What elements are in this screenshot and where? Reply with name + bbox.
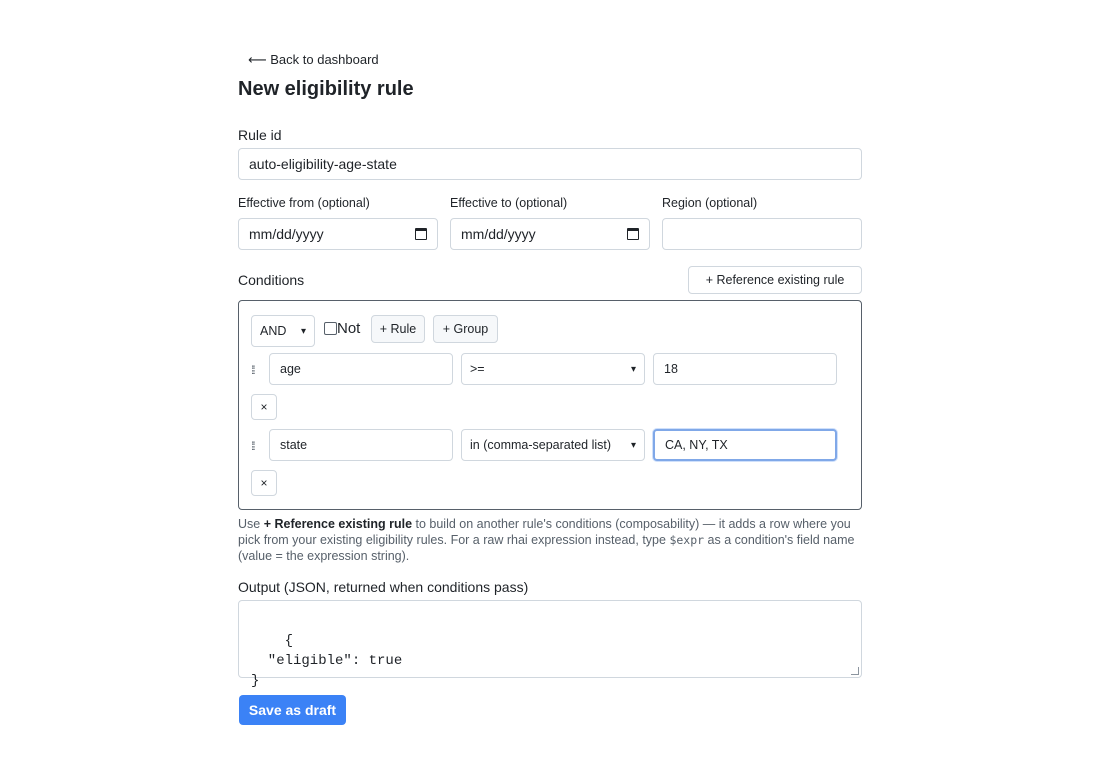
calendar-icon[interactable] xyxy=(415,228,427,240)
not-checkbox[interactable] xyxy=(324,322,337,335)
output-label: Output (JSON, returned when conditions p… xyxy=(238,579,529,595)
effective-from-label: Effective from (optional) xyxy=(238,196,370,210)
calendar-icon[interactable] xyxy=(627,228,639,240)
reference-existing-rule-button[interactable]: + Reference existing rule xyxy=(688,266,862,294)
resize-handle-icon[interactable] xyxy=(851,667,859,675)
condition-operator-value: in (comma-separated list) xyxy=(470,438,612,452)
add-rule-button[interactable]: + Rule xyxy=(371,315,425,343)
chevron-down-icon: ▾ xyxy=(630,363,636,375)
region-label: Region (optional) xyxy=(662,196,758,210)
help-text-bold: + Reference existing rule xyxy=(263,517,413,531)
help-text-pre: Use xyxy=(238,517,264,531)
condition-operator-select[interactable]: >= ▾ xyxy=(461,353,645,385)
drag-handle-icon[interactable]: ⁞⁞ xyxy=(251,440,255,452)
output-json-value: { "eligible": true } xyxy=(251,633,403,689)
save-as-draft-button[interactable]: Save as draft xyxy=(239,695,346,725)
conditions-label: Conditions xyxy=(238,272,305,288)
combinator-select[interactable]: AND ▾ xyxy=(251,315,315,347)
condition-field-input[interactable] xyxy=(269,353,453,385)
output-json-textarea[interactable]: { "eligible": true } xyxy=(238,600,862,689)
rule-id-label: Rule id xyxy=(238,127,282,143)
chevron-down-icon: ▾ xyxy=(300,325,306,337)
conditions-help-text: Use + Reference existing rule to build o… xyxy=(238,516,868,564)
not-label: Not xyxy=(337,320,361,337)
combinator-value: AND xyxy=(260,324,287,338)
chevron-down-icon: ▾ xyxy=(630,439,636,451)
effective-to-label: Effective to (optional) xyxy=(450,196,568,210)
help-text-code: $expr xyxy=(669,533,705,547)
rule-id-input[interactable] xyxy=(238,148,862,180)
remove-condition-button[interactable]: × xyxy=(251,394,277,420)
condition-field-input[interactable] xyxy=(269,429,453,461)
effective-to-input[interactable]: mm/dd/yyyy xyxy=(450,218,650,250)
condition-value-input[interactable] xyxy=(653,353,837,385)
conditions-group: AND ▾ Not + Rule + Group ⁞⁞ >= ▾ × ⁞⁞ in… xyxy=(238,300,862,510)
page-title: New eligibility rule xyxy=(238,78,414,100)
condition-operator-select[interactable]: in (comma-separated list) ▾ xyxy=(461,429,645,461)
effective-from-placeholder: mm/dd/yyyy xyxy=(249,226,324,242)
back-to-dashboard-link[interactable]: ⟵ Back to dashboard xyxy=(248,52,379,68)
region-input[interactable] xyxy=(662,218,862,250)
condition-value-input[interactable] xyxy=(653,429,837,461)
remove-condition-button[interactable]: × xyxy=(251,470,277,496)
effective-to-placeholder: mm/dd/yyyy xyxy=(461,226,536,242)
drag-handle-icon[interactable]: ⁞⁞ xyxy=(251,364,255,376)
add-group-button[interactable]: + Group xyxy=(433,315,498,343)
effective-from-input[interactable]: mm/dd/yyyy xyxy=(238,218,438,250)
condition-operator-value: >= xyxy=(470,362,485,376)
